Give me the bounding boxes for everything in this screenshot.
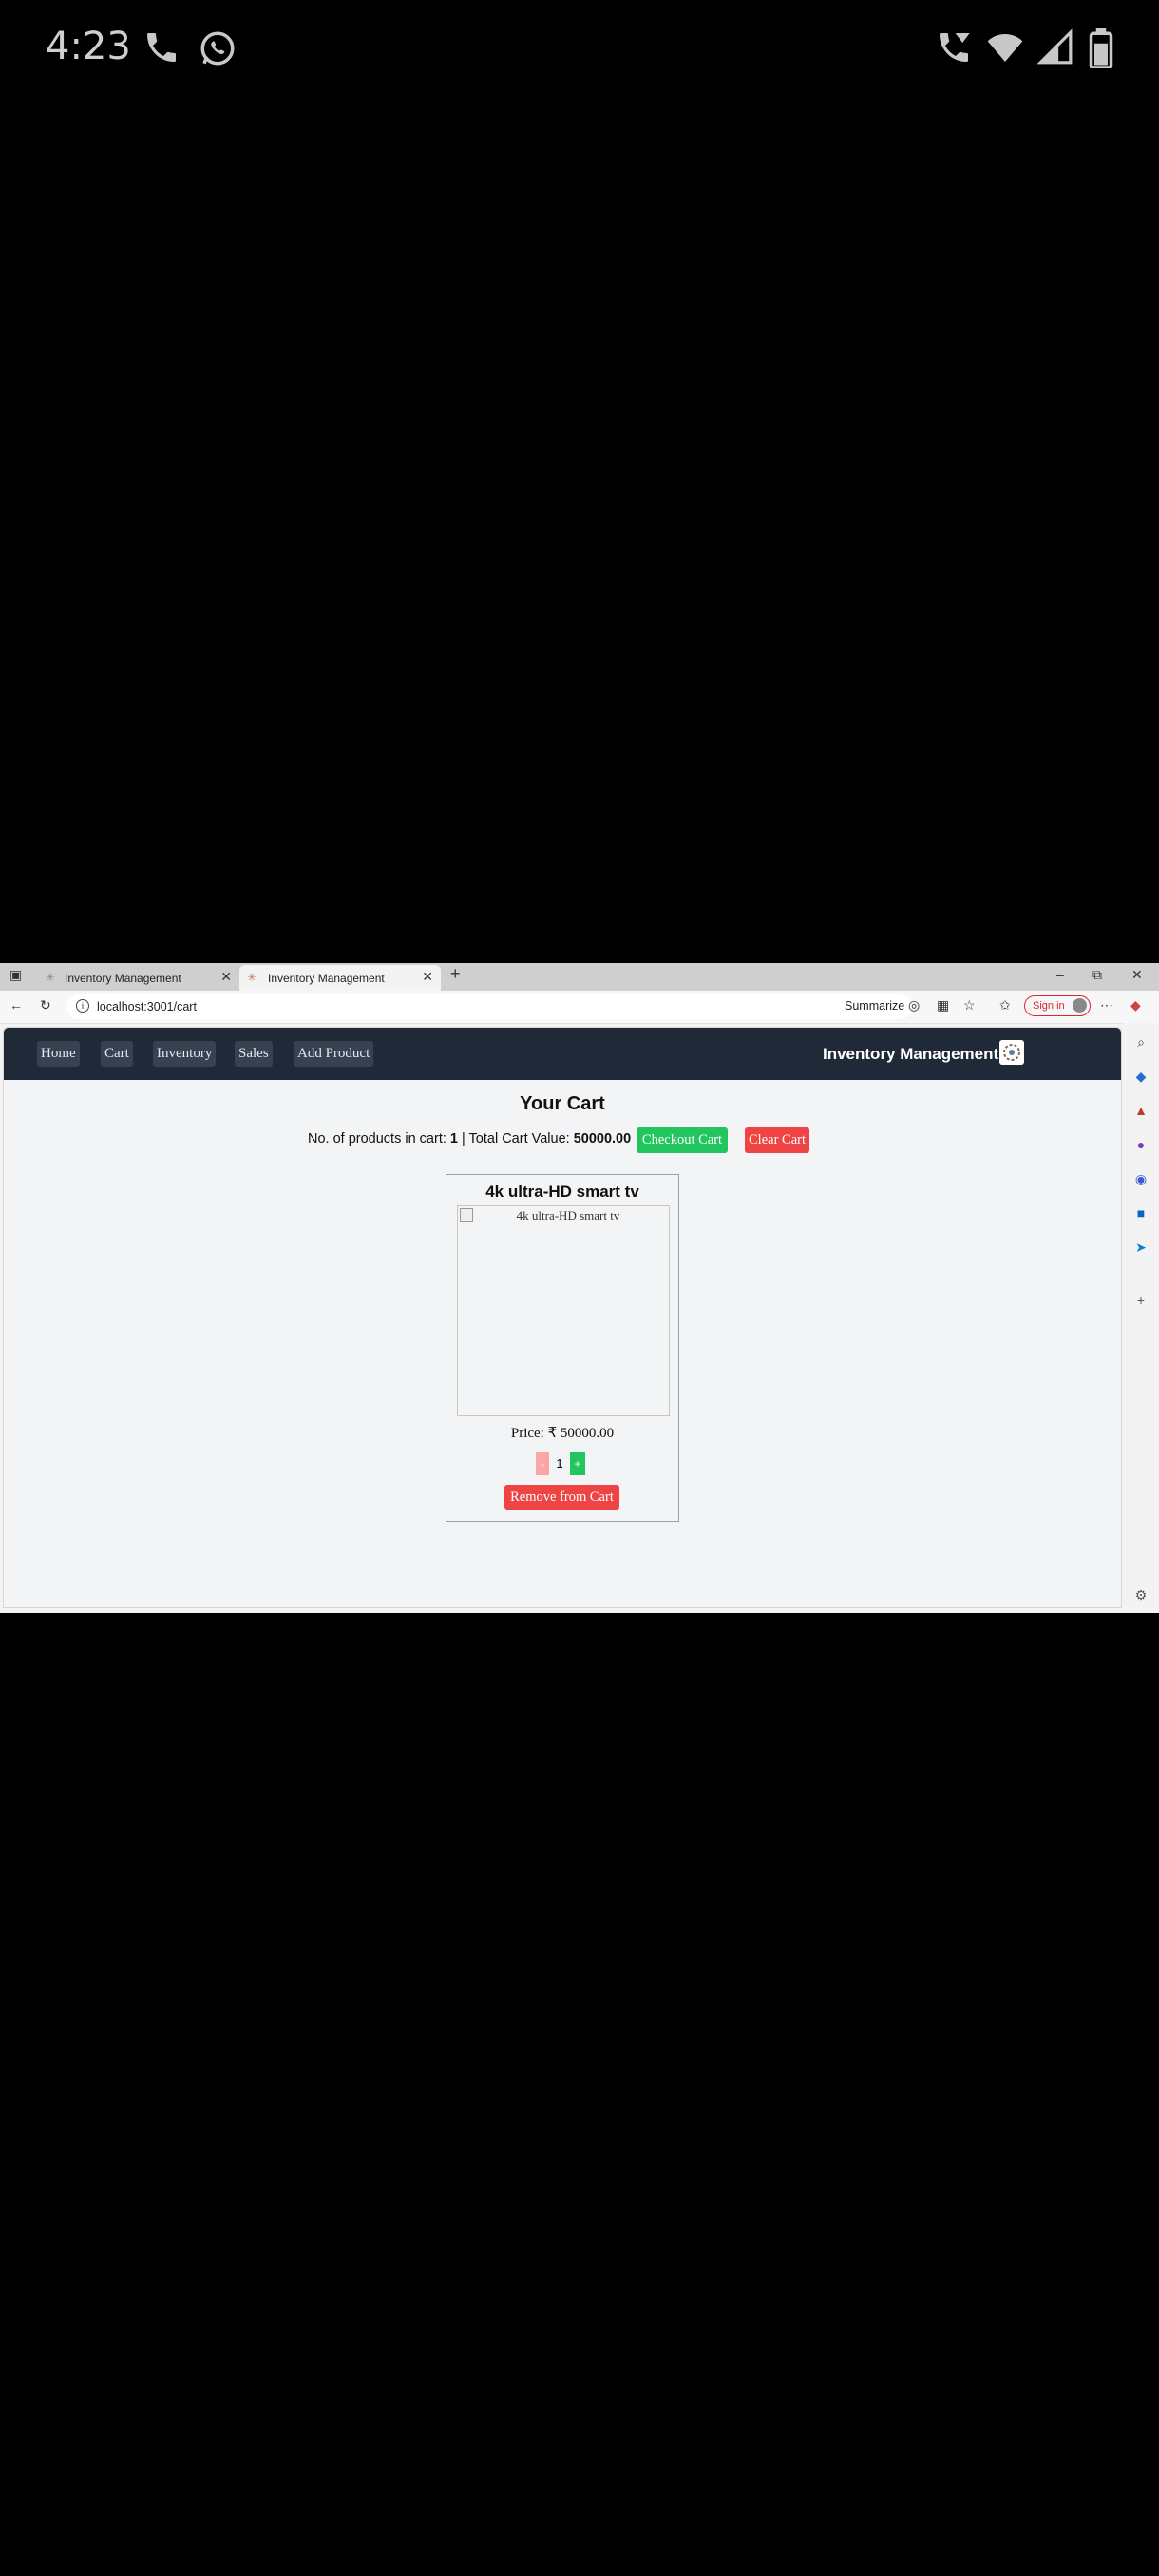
phone-call-icon bbox=[147, 33, 176, 62]
more-menu-icon[interactable]: ⋯ bbox=[1100, 997, 1113, 1013]
site-info-icon[interactable]: i bbox=[76, 999, 89, 1013]
tab-title: Inventory Management bbox=[268, 971, 385, 985]
browser-window: ▣ ✳ Inventory Management ✕ ✳ Inventory M… bbox=[0, 963, 1159, 1613]
close-window-icon[interactable]: ✕ bbox=[1131, 967, 1143, 983]
back-icon[interactable]: ← bbox=[10, 997, 23, 1013]
tools-icon[interactable]: ▲ bbox=[1133, 1103, 1149, 1118]
favorite-star-icon[interactable]: ☆ bbox=[963, 997, 976, 1013]
broken-image-icon bbox=[460, 1208, 473, 1222]
edge-sidebar: ⌕ ◆ ▲ ● ◉ ■ ➤ + ⚙ bbox=[1122, 1023, 1159, 1613]
nav-sales[interactable]: Sales bbox=[235, 1041, 273, 1067]
count-label: No. of products in cart: bbox=[308, 1131, 450, 1146]
remove-from-cart-button[interactable]: Remove from Cart bbox=[504, 1485, 619, 1510]
page-title: Your Cart bbox=[520, 1093, 605, 1114]
tab-actions-icon[interactable]: ▣ bbox=[10, 967, 22, 983]
wifi-call-icon bbox=[940, 33, 970, 62]
tab-favicon-icon: ✳ bbox=[247, 971, 257, 984]
brand-logo-icon bbox=[999, 1040, 1024, 1065]
nav-cart[interactable]: Cart bbox=[101, 1041, 133, 1067]
restore-icon[interactable]: ⧉ bbox=[1092, 967, 1102, 983]
cart-summary: No. of products in cart: 1 | Total Cart … bbox=[308, 1131, 631, 1146]
favorites-icon[interactable]: ✩ bbox=[999, 997, 1011, 1013]
office-icon[interactable]: ◉ bbox=[1133, 1171, 1149, 1186]
copilot-page-icon[interactable]: ◎ bbox=[908, 997, 920, 1013]
add-sidebar-icon[interactable]: + bbox=[1133, 1293, 1149, 1308]
sign-in-button[interactable]: Sign in bbox=[1024, 995, 1091, 1016]
quantity-stepper: - 1 + bbox=[446, 1452, 678, 1475]
status-time: 4:23 bbox=[46, 25, 131, 68]
tab-inventory-1[interactable]: ✳ Inventory Management ✕ bbox=[38, 965, 239, 991]
sign-in-label: Sign in bbox=[1033, 1000, 1065, 1012]
product-image: 4k ultra-HD smart tv bbox=[457, 1205, 670, 1416]
summarize-button[interactable]: Summarize bbox=[845, 999, 904, 1013]
product-price: Price: ₹ 50000.00 bbox=[510, 1426, 615, 1441]
outlook-icon[interactable]: ■ bbox=[1133, 1205, 1149, 1221]
product-name: 4k ultra-HD smart tv bbox=[485, 1183, 639, 1201]
new-tab-icon[interactable]: + bbox=[450, 964, 461, 984]
cart-total: 50000.00 bbox=[573, 1131, 632, 1146]
address-bar[interactable]: i localhost:3001/cart bbox=[66, 994, 912, 1019]
nav-home[interactable]: Home bbox=[37, 1041, 80, 1067]
search-icon[interactable]: ⌕ bbox=[1133, 1034, 1149, 1050]
signal-icon bbox=[1037, 28, 1073, 65]
tab-close-icon[interactable]: ✕ bbox=[422, 969, 433, 985]
web-app: Home Cart Inventory Sales Add Product In… bbox=[3, 1027, 1122, 1608]
wifi-icon bbox=[987, 34, 1023, 62]
reading-view-icon[interactable]: ▦ bbox=[937, 997, 949, 1013]
total-label: | Total Cart Value: bbox=[457, 1131, 574, 1146]
phone-status-bar: 4:23 bbox=[0, 0, 1159, 100]
tab-strip: ▣ ✳ Inventory Management ✕ ✳ Inventory M… bbox=[0, 963, 1159, 991]
copilot-icon[interactable]: ◆ bbox=[1130, 997, 1141, 1013]
decrease-quantity-button[interactable]: - bbox=[536, 1452, 549, 1475]
tab-favicon-icon: ✳ bbox=[46, 971, 56, 984]
whatsapp-icon bbox=[200, 31, 235, 66]
top-nav: Home Cart Inventory Sales Add Product In… bbox=[4, 1028, 1121, 1080]
tab-inventory-2[interactable]: ✳ Inventory Management ✕ bbox=[239, 965, 441, 991]
cart-item-card: 4k ultra-HD smart tv 4k ultra-HD smart t… bbox=[446, 1174, 679, 1522]
nav-add-product[interactable]: Add Product bbox=[294, 1041, 374, 1067]
nav-inventory[interactable]: Inventory bbox=[153, 1041, 217, 1067]
profile-avatar bbox=[1073, 998, 1087, 1013]
send-icon[interactable]: ➤ bbox=[1133, 1240, 1149, 1255]
shopping-tag-icon[interactable]: ◆ bbox=[1133, 1069, 1149, 1084]
refresh-icon[interactable]: ↻ bbox=[40, 997, 51, 1013]
browser-toolbar: ← ↻ i localhost:3001/cart Summarize ◎ ▦ … bbox=[0, 991, 1159, 1024]
tab-title: Inventory Management bbox=[65, 971, 181, 985]
image-alt-text: 4k ultra-HD smart tv bbox=[516, 1208, 620, 1222]
tab-close-icon[interactable]: ✕ bbox=[220, 969, 232, 985]
url-text: localhost:3001/cart bbox=[97, 1000, 197, 1013]
quantity-value: 1 bbox=[556, 1456, 563, 1470]
checkout-cart-button[interactable]: Checkout Cart bbox=[636, 1127, 728, 1153]
battery-icon bbox=[1089, 28, 1113, 68]
people-icon[interactable]: ● bbox=[1133, 1137, 1149, 1152]
minimize-icon[interactable]: – bbox=[1056, 967, 1064, 982]
brand-title: Inventory Management bbox=[823, 1045, 999, 1063]
cart-count: 1 bbox=[449, 1131, 458, 1146]
clear-cart-button[interactable]: Clear Cart bbox=[745, 1127, 809, 1153]
settings-gear-icon[interactable]: ⚙ bbox=[1133, 1587, 1149, 1602]
increase-quantity-button[interactable]: + bbox=[570, 1452, 585, 1475]
